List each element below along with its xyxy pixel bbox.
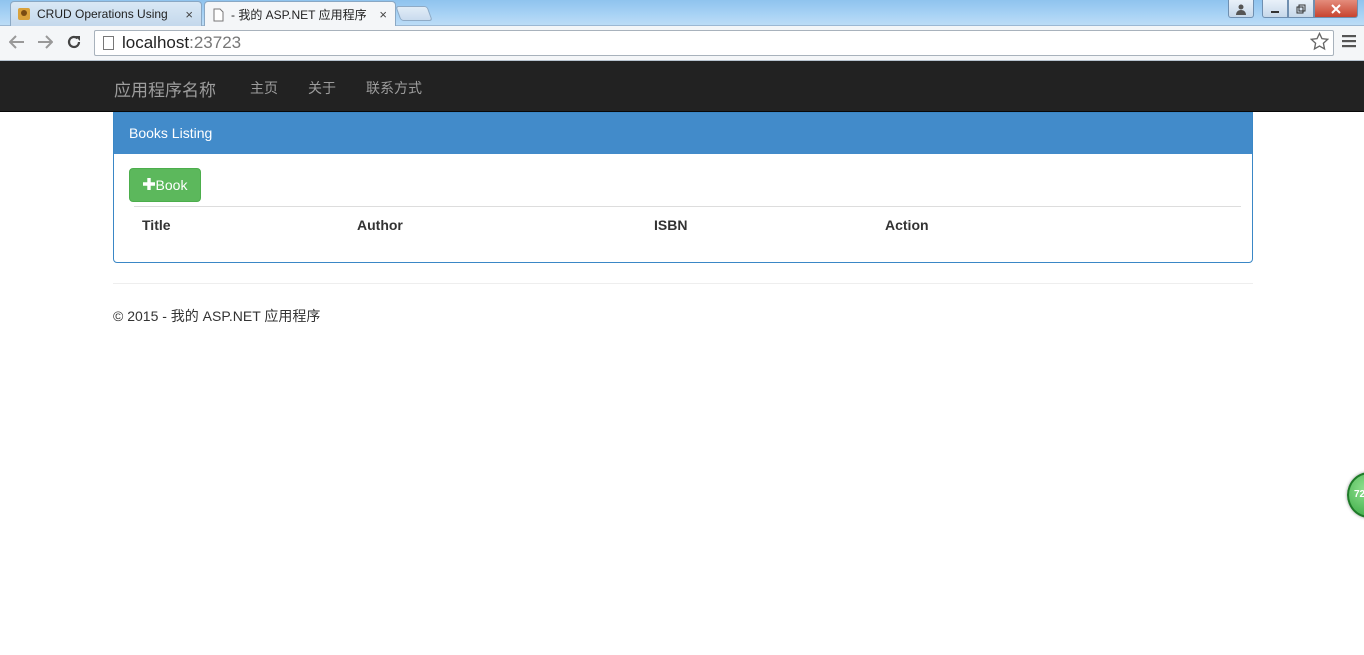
tab-close-icon[interactable]: × <box>379 7 387 22</box>
url-text: localhost:23723 <box>122 33 242 52</box>
column-header-title: Title <box>142 217 171 233</box>
bookmark-star-icon[interactable] <box>1309 31 1330 57</box>
new-tab-button[interactable] <box>395 6 433 21</box>
books-panel: Books Listing Book Title Author ISBN Act… <box>113 112 1253 263</box>
tab-page-icon <box>213 8 224 21</box>
minimize-icon[interactable] <box>1262 0 1288 18</box>
column-header-author: Author <box>357 217 403 233</box>
floating-widget[interactable]: 72 <box>1347 472 1364 518</box>
footer-copyright: © 2015 - 我的 ASP.NET 应用程序 <box>113 308 321 324</box>
plus-icon <box>142 175 155 195</box>
panel-heading: Books Listing <box>114 113 1252 154</box>
close-window-icon[interactable] <box>1314 0 1358 18</box>
column-header-action: Action <box>885 217 929 233</box>
browser-tab-strip: CRUD Operations Using × - 我的 ASP.NET 应用程… <box>0 0 1364 27</box>
tab-crud-operations[interactable]: CRUD Operations Using × <box>10 1 202 26</box>
browser-toolbar: localhost:23723 <box>0 26 1364 61</box>
reload-icon[interactable] <box>63 31 85 53</box>
column-header-isbn: ISBN <box>654 217 688 233</box>
forward-arrow-icon[interactable] <box>34 31 56 53</box>
navbar-brand[interactable]: 应用程序名称 <box>114 76 216 101</box>
nav-link-home[interactable]: 主页 <box>250 78 278 98</box>
tab-close-icon[interactable]: × <box>185 7 193 22</box>
restore-icon[interactable] <box>1288 0 1314 18</box>
nav-link-about[interactable]: 关于 <box>308 78 336 98</box>
nav-link-contact[interactable]: 联系方式 <box>366 78 422 98</box>
table-divider <box>134 206 1241 207</box>
footer-divider <box>113 283 1253 284</box>
back-arrow-icon[interactable] <box>6 31 28 53</box>
tab-title: - 我的 ASP.NET 应用程序 <box>231 8 367 22</box>
chrome-menu-icon[interactable] <box>1342 32 1356 53</box>
profile-icon[interactable] <box>1228 0 1254 18</box>
page-icon <box>103 36 114 50</box>
add-book-button[interactable]: Book <box>129 168 201 202</box>
site-navbar: 应用程序名称 主页 关于 联系方式 <box>0 61 1364 112</box>
address-bar[interactable]: localhost:23723 <box>94 30 1334 56</box>
floating-widget-label: 72 <box>1354 489 1364 500</box>
tab-title: CRUD Operations Using <box>37 7 168 21</box>
tab-asp-net-app[interactable]: - 我的 ASP.NET 应用程序 × <box>204 1 396 27</box>
add-book-label: Book <box>155 177 188 193</box>
window-controls <box>1228 0 1358 18</box>
tab-favicon-icon <box>18 8 30 20</box>
